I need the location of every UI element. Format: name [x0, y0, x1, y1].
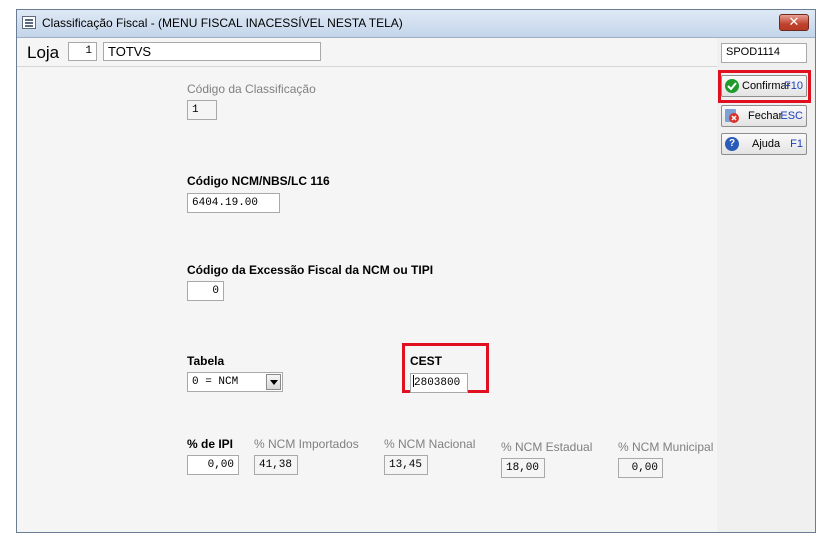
codigo-classificacao-field: 1 [187, 100, 217, 120]
close-window-button[interactable]: ✕ [779, 14, 809, 31]
ncm-municipal-field: 0,00 [618, 458, 663, 478]
ncm-importados-field: 41,38 [254, 455, 298, 475]
confirmar-button[interactable]: Confirmar F10 [721, 75, 807, 97]
ipi-field[interactable]: 0,00 [187, 455, 239, 475]
close-doc-icon [725, 109, 739, 123]
help-icon: ? [725, 137, 739, 151]
tabela-select[interactable]: 0 = NCM [187, 372, 283, 392]
title-bar: Classificação Fiscal - (MENU FISCAL INAC… [17, 10, 815, 38]
check-icon [725, 79, 739, 93]
ajuda-button[interactable]: ? Ajuda F1 [721, 133, 807, 155]
tabela-selected-value: 0 = NCM [192, 376, 239, 388]
tabela-label: Tabela [187, 354, 225, 368]
window-app-icon [22, 16, 36, 29]
ncm-estadual-label: % NCM Estadual [501, 440, 593, 454]
codigo-ncm-label: Código NCM/NBS/LC 116 [187, 174, 330, 188]
ncm-municipal-label: % NCM Municipal [618, 440, 714, 454]
codigo-ncm-field[interactable]: 6404.19.00 [187, 193, 280, 213]
action-sidebar: SPOD1114 Confirmar F10 Fechar ESC ? Ajud… [717, 38, 815, 532]
fechar-label: Fechar [748, 110, 783, 122]
loja-code-field[interactable]: 1 [68, 42, 97, 61]
codigo-classificacao-label: Código da Classificação [187, 82, 316, 96]
dialog-window: Classificação Fiscal - (MENU FISCAL INAC… [16, 9, 816, 533]
excecao-fiscal-label: Código da Excessão Fiscal da NCM ou TIPI [187, 263, 434, 277]
confirmar-shortcut: F10 [784, 80, 803, 92]
ipi-label: % de IPI [187, 437, 234, 451]
cest-field[interactable]: 2803800 [410, 373, 468, 393]
ncm-nacional-field: 13,45 [384, 455, 428, 475]
loja-label: Loja [27, 43, 60, 62]
fechar-shortcut: ESC [780, 110, 803, 122]
cest-value: 2803800 [414, 377, 461, 389]
chevron-down-icon[interactable] [266, 374, 281, 390]
ncm-nacional-label: % NCM Nacional [384, 437, 476, 451]
window-title: Classificação Fiscal - (MENU FISCAL INAC… [42, 16, 403, 30]
excecao-fiscal-field[interactable]: 0 [187, 281, 224, 301]
ncm-importados-label: % NCM Importados [254, 437, 359, 451]
ncm-estadual-field: 18,00 [501, 458, 545, 478]
ajuda-label: Ajuda [752, 138, 781, 150]
loja-name-field[interactable]: TOTVS [103, 42, 321, 61]
fechar-button[interactable]: Fechar ESC [721, 105, 807, 127]
ajuda-shortcut: F1 [790, 138, 803, 150]
cest-label: CEST [410, 354, 443, 368]
screen-code: SPOD1114 [721, 43, 807, 63]
loja-strip: Loja 1 TOTVS [17, 38, 717, 67]
main-form: Loja 1 TOTVS Código da Classificação 1 C… [17, 38, 718, 532]
